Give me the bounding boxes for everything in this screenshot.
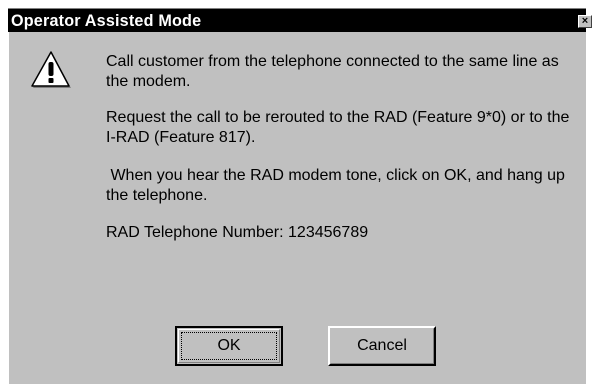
dialog-body: Call customer from the telephone connect… (8, 32, 586, 384)
warning-icon (31, 51, 71, 88)
message-paragraph: Request the call to be rerouted to the R… (106, 109, 574, 146)
operator-assisted-dialog: Operator Assisted Mode × Call customer f… (0, 0, 596, 392)
cancel-button-label: Cancel (357, 337, 407, 354)
telephone-number-text: RAD Telephone Number: 123456789 (106, 224, 369, 241)
close-button[interactable]: × (578, 15, 592, 28)
ok-button[interactable]: OK (175, 326, 283, 366)
title-bar[interactable]: Operator Assisted Mode × (8, 8, 592, 32)
cancel-button[interactable]: Cancel (328, 326, 436, 366)
message-paragraph: When you hear the RAD modem tone, click … (106, 167, 570, 204)
window-title: Operator Assisted Mode (11, 11, 202, 30)
ok-button-label: OK (217, 337, 241, 354)
message-paragraph: Call customer from the telephone connect… (106, 53, 564, 90)
